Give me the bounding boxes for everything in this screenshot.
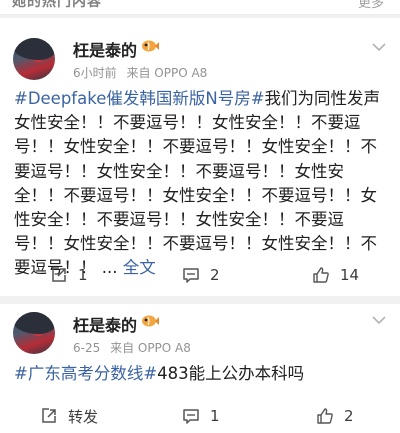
repost-button[interactable]: 转发 [40,401,98,431]
thumbs-up-icon [313,267,329,283]
fish-emoji-icon [142,40,159,52]
post-text: 483能上公办本科吗 [157,364,305,383]
share-icon [42,408,56,423]
post-body: #广东高考分数线#483能上公办本科吗 [14,362,390,386]
hashtag-link[interactable]: #Deepfake催发韩国新版N号房# [14,89,265,108]
comment-button[interactable]: 1 [182,401,220,431]
post-actions: 1 2 14 [0,260,400,290]
thumbs-up-icon [317,408,333,424]
like-button[interactable]: 2 [316,401,354,431]
comment-icon [183,409,199,424]
post-card: 枉是泰的 6-25 来自 OPPO A8 #广东高考分数线#483能上公办本科吗… [0,304,400,433]
post-time: 6小时前 [73,66,117,80]
repost-button[interactable]: 1 [50,260,88,290]
more-link[interactable]: 更多 [358,0,384,11]
like-button[interactable]: 14 [312,260,359,290]
comment-icon [183,268,199,283]
chevron-down-icon[interactable] [372,43,386,51]
like-count: 2 [344,407,354,425]
comment-count: 1 [210,407,220,425]
share-icon [52,267,66,282]
post-text: 我们为同性发声 女性安全！！不要逗号！！女性安全！！不要逗号！！女性安全！！不要… [14,89,381,278]
post-source: 来自 OPPO A8 [110,341,191,355]
post-card: 枉是泰的 6小时前 来自 OPPO A8 #Deepfake催发韩国新版N号房#… [0,18,400,296]
comment-button[interactable]: 2 [182,260,220,290]
fish-emoji-icon [142,315,159,327]
repost-count: 1 [78,266,88,284]
section-header: 她的热门内容 更多 [0,0,400,15]
post-body: #Deepfake催发韩国新版N号房#我们为同性发声 女性安全！！不要逗号！！女… [14,87,390,281]
like-count: 14 [340,266,360,284]
section-title: 她的热门内容 [12,0,102,10]
comment-count: 2 [210,266,220,284]
avatar[interactable] [13,312,55,354]
chevron-down-icon[interactable] [372,316,386,324]
post-actions: 转发 1 2 [0,401,400,431]
avatar[interactable] [13,38,55,80]
post-meta: 6-25 来自 OPPO A8 [73,339,191,356]
post-source: 来自 OPPO A8 [126,66,208,80]
post-time: 6-25 [73,341,101,355]
hashtag-link[interactable]: #广东高考分数线# [14,364,157,383]
repost-label: 转发 [68,407,99,426]
author-name[interactable]: 枉是泰的 [73,312,137,336]
author-name[interactable]: 枉是泰的 [73,37,137,61]
post-meta: 6小时前 来自 OPPO A8 [73,64,207,81]
